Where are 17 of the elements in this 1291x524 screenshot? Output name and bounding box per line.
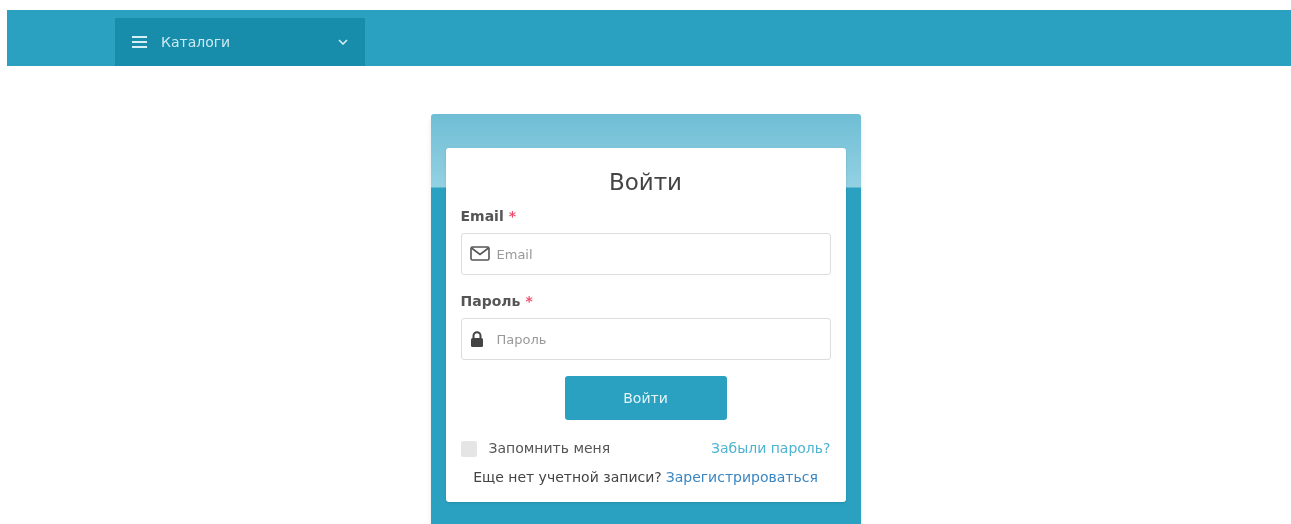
field-label: Email [460, 207, 504, 226]
email-field[interactable]: Email [460, 233, 831, 275]
register-link[interactable]: Зарегистрироваться [665, 467, 818, 488]
catalog-menu[interactable]: Каталоги [115, 18, 365, 66]
login-button[interactable]: Войти [564, 376, 727, 420]
remember-checkbox[interactable] [460, 440, 477, 457]
password-field[interactable]: Пароль [460, 318, 831, 360]
forgot-password-link[interactable]: Забыли пароль? [710, 438, 831, 459]
signup-prompt: Еще нет учетной записи? [473, 468, 662, 487]
remember-label: Запомнить меня [488, 439, 611, 458]
envelope-icon [469, 246, 490, 261]
required-mark: * [525, 292, 533, 311]
form-title: Войти [607, 168, 684, 197]
menu-icon [132, 36, 147, 48]
field-label: Пароль [460, 292, 521, 311]
required-mark: * [508, 207, 517, 226]
lock-icon [469, 331, 484, 347]
